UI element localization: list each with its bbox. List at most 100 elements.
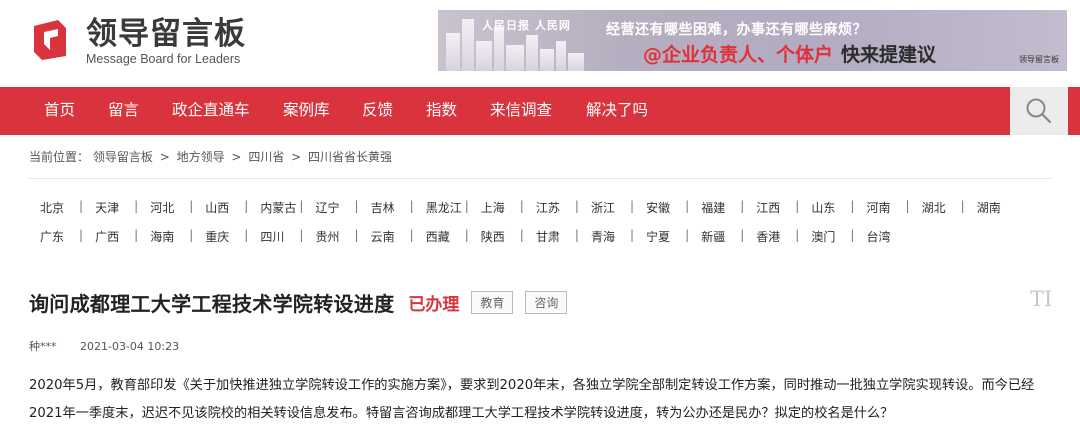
- nav-item-home[interactable]: 首页: [44, 87, 75, 135]
- region-link[interactable]: 澳门: [811, 228, 835, 245]
- region-link[interactable]: 上海: [481, 199, 505, 216]
- nav-item-messages[interactable]: 留言: [108, 87, 139, 135]
- region-separator: |: [795, 199, 800, 213]
- search-button[interactable]: [1010, 87, 1068, 135]
- region-link[interactable]: 香港: [756, 228, 780, 245]
- region-link[interactable]: 内蒙古: [260, 199, 296, 216]
- ad-banner[interactable]: 人民日报 人民网 经营还有哪些困难，办事还有哪些麻烦？ @企业负责人、个体户 快来…: [438, 10, 1067, 71]
- breadcrumb-item-leader[interactable]: 四川省省长黄强: [308, 148, 392, 165]
- region-link[interactable]: 湖北: [922, 199, 946, 216]
- region-link[interactable]: 宁夏: [646, 228, 670, 245]
- region-link[interactable]: 云南: [371, 228, 395, 245]
- region-link[interactable]: 山西: [205, 199, 229, 216]
- search-icon: [1026, 98, 1052, 124]
- region-link[interactable]: 河北: [150, 199, 174, 216]
- region-link[interactable]: 辽宁: [316, 199, 340, 216]
- region-link[interactable]: 浙江: [591, 199, 615, 216]
- region-separator: |: [740, 228, 745, 242]
- region-link[interactable]: 北京: [40, 199, 64, 216]
- region-separator: |: [299, 199, 304, 213]
- region-link[interactable]: 安徽: [646, 199, 670, 216]
- region-separator: |: [299, 228, 304, 242]
- status-badge: 已办理: [408, 294, 460, 315]
- region-link[interactable]: 台湾: [867, 228, 891, 245]
- region-separator: |: [354, 199, 359, 213]
- region-separator: |: [630, 199, 635, 213]
- region-separator: |: [905, 199, 910, 213]
- region-separator: |: [189, 199, 194, 213]
- region-separator: |: [354, 228, 359, 242]
- post-date: 2021-03-04 10:23: [80, 340, 180, 353]
- nav-item-resolved[interactable]: 解决了吗: [586, 87, 648, 135]
- banner-logo-text: 领导留言板: [1019, 55, 1059, 64]
- header: 领导留言板 Message Board for Leaders 人民日报 人民网…: [0, 0, 1080, 86]
- region-separator: |: [519, 228, 524, 242]
- region-separator: |: [960, 199, 965, 213]
- nav-item-feedback[interactable]: 反馈: [362, 87, 393, 135]
- region-link[interactable]: 天津: [95, 199, 119, 216]
- breadcrumb-separator: >: [231, 150, 242, 164]
- banner-callout-action: 快来提建议: [841, 44, 937, 66]
- nav-item-index[interactable]: 指数: [426, 87, 457, 135]
- region-link[interactable]: 吉林: [371, 199, 395, 216]
- region-separator: |: [630, 228, 635, 242]
- region-link[interactable]: 广东: [40, 228, 64, 245]
- region-separator: |: [795, 228, 800, 242]
- article-title-row: 询问成都理工大学工程技术学院转设进度 已办理 教育 咨询: [29, 287, 568, 317]
- region-separator: |: [244, 228, 249, 242]
- logo-title: 领导留言板: [86, 16, 246, 52]
- tag-education[interactable]: 教育: [471, 290, 514, 314]
- logo-text: 领导留言板 Message Board for Leaders: [86, 16, 246, 66]
- region-separator: |: [244, 199, 249, 213]
- region-separator: |: [464, 199, 469, 213]
- banner-brand: 人民日报 人民网: [482, 19, 571, 32]
- breadcrumb-label: 当前位置：: [29, 150, 90, 164]
- nav-item-cases[interactable]: 案例库: [283, 87, 330, 135]
- region-link[interactable]: 海南: [150, 228, 174, 245]
- region-link[interactable]: 湖南: [977, 199, 1001, 216]
- region-separator: |: [574, 228, 579, 242]
- region-link[interactable]: 重庆: [205, 228, 229, 245]
- logo-subtitle: Message Board for Leaders: [86, 52, 241, 66]
- region-separator: |: [685, 228, 690, 242]
- banner-headline: 经营还有哪些困难，办事还有哪些麻烦？: [606, 22, 867, 38]
- region-separator: |: [134, 199, 139, 213]
- author: 种***: [29, 340, 57, 353]
- region-separator: |: [574, 199, 579, 213]
- region-separator: |: [850, 228, 855, 242]
- region-link[interactable]: 陕西: [481, 228, 505, 245]
- region-link[interactable]: 西藏: [426, 228, 450, 245]
- region-link[interactable]: 广西: [95, 228, 119, 245]
- article-title: 询问成都理工大学工程技术学院转设进度: [29, 291, 395, 316]
- breadcrumb-item-home[interactable]: 领导留言板: [93, 148, 153, 165]
- region-link[interactable]: 四川: [260, 228, 284, 245]
- region-separator: |: [79, 199, 84, 213]
- region-separator: |: [519, 199, 524, 213]
- region-link[interactable]: 甘肃: [536, 228, 560, 245]
- region-link[interactable]: 河南: [867, 199, 891, 216]
- region-separator: |: [464, 228, 469, 242]
- region-link[interactable]: 新疆: [701, 228, 725, 245]
- breadcrumb-item-province[interactable]: 四川省: [248, 148, 284, 165]
- banner-callout: @企业负责人、个体户 快来提建议: [643, 40, 936, 67]
- region-separator: |: [134, 228, 139, 242]
- region-separator: |: [189, 228, 194, 242]
- region-link[interactable]: 贵州: [316, 228, 340, 245]
- breadcrumb-item-local-leaders[interactable]: 地方领导: [177, 148, 225, 165]
- region-link[interactable]: 黑龙江: [426, 199, 462, 216]
- font-size-toggle-icon[interactable]: TI: [1030, 287, 1052, 311]
- region-link[interactable]: 江苏: [536, 199, 560, 216]
- banner-callout-target: @企业负责人、个体户: [643, 44, 834, 66]
- tag-inquiry[interactable]: 咨询: [525, 290, 568, 314]
- site-logo[interactable]: 领导留言板 Message Board for Leaders: [30, 16, 246, 66]
- region-separator: |: [850, 199, 855, 213]
- nav-item-survey[interactable]: 来信调查: [490, 87, 552, 135]
- nav-item-enterprise[interactable]: 政企直通车: [172, 87, 250, 135]
- article-body: 2020年5月，教育部印发《关于加快推进独立学院转设工作的实施方案》，要求到20…: [29, 378, 1035, 421]
- region-link[interactable]: 福建: [701, 199, 725, 216]
- region-link[interactable]: 山东: [811, 199, 835, 216]
- region-link[interactable]: 青海: [591, 228, 615, 245]
- region-separator: |: [409, 228, 414, 242]
- breadcrumb: 当前位置： 领导留言板 > 地方领导 > 四川省 > 四川省省长黄强: [29, 148, 392, 165]
- region-link[interactable]: 江西: [756, 199, 780, 216]
